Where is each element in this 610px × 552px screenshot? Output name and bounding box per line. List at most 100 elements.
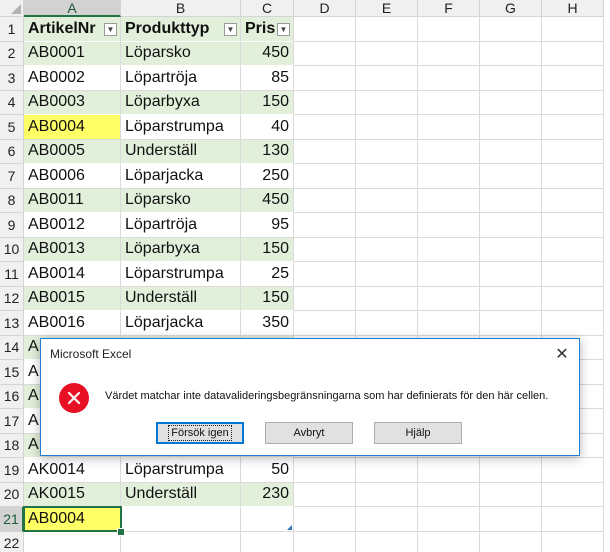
row-header-14[interactable]: 14 [0,335,24,360]
cell-c4[interactable]: 150 [241,90,294,115]
cell-a2[interactable]: AB0001 [24,41,121,66]
row-header-9[interactable]: 9 [0,213,24,238]
cell-f11[interactable] [418,262,480,287]
cell-f5[interactable] [418,115,480,140]
cell-g21[interactable] [480,507,542,532]
cell-a21[interactable]: AB0004 [24,507,121,532]
cell-g4[interactable] [480,90,542,115]
cell-g8[interactable] [480,188,542,213]
cell-f21[interactable] [418,507,480,532]
cell-b2[interactable]: Löparsko [121,41,241,66]
cell-d20[interactable] [294,482,356,507]
cell-b19[interactable]: Löparstrumpa [121,458,241,483]
cell-f12[interactable] [418,286,480,311]
cell-g19[interactable] [480,458,542,483]
cell-a9[interactable]: AB0012 [24,213,121,238]
cell-c11[interactable]: 25 [241,262,294,287]
cell-h20[interactable] [542,482,604,507]
cell-e20[interactable] [356,482,418,507]
cell-f20[interactable] [418,482,480,507]
cell-g1[interactable] [480,17,542,42]
row-header-6[interactable]: 6 [0,139,24,164]
cell-d10[interactable] [294,237,356,262]
help-button[interactable]: Hjälp [374,422,462,444]
cell-h9[interactable] [542,213,604,238]
cell-h10[interactable] [542,237,604,262]
column-header-c[interactable]: C [241,0,294,17]
cell-f19[interactable] [418,458,480,483]
cell-h8[interactable] [542,188,604,213]
cell-f10[interactable] [418,237,480,262]
cell-f8[interactable] [418,188,480,213]
cell-e13[interactable] [356,311,418,336]
cell-b12[interactable]: Underställ [121,286,241,311]
row-header-16[interactable]: 16 [0,384,24,409]
cell-c10[interactable]: 150 [241,237,294,262]
cell-g3[interactable] [480,66,542,91]
cell-e8[interactable] [356,188,418,213]
cell-e3[interactable] [356,66,418,91]
cell-d8[interactable] [294,188,356,213]
cell-b7[interactable]: Löparjacka [121,164,241,189]
column-header-a[interactable]: A [24,0,121,17]
cell-a22[interactable] [24,531,121,552]
column-header-f[interactable]: F [418,0,480,17]
column-header-b[interactable]: B [121,0,241,17]
cell-g11[interactable] [480,262,542,287]
row-header-18[interactable]: 18 [0,433,24,458]
cell-e5[interactable] [356,115,418,140]
cell-a4[interactable]: AB0003 [24,90,121,115]
cell-d4[interactable] [294,90,356,115]
cell-h1[interactable] [542,17,604,42]
cell-c9[interactable]: 95 [241,213,294,238]
cell-e12[interactable] [356,286,418,311]
row-header-13[interactable]: 13 [0,311,24,336]
row-header-19[interactable]: 19 [0,458,24,483]
cell-h19[interactable] [542,458,604,483]
cell-d13[interactable] [294,311,356,336]
row-header-10[interactable]: 10 [0,237,24,262]
cell-c12[interactable]: 150 [241,286,294,311]
cell-h4[interactable] [542,90,604,115]
cell-b11[interactable]: Löparstrumpa [121,262,241,287]
cell-d22[interactable] [294,531,356,552]
cell-e10[interactable] [356,237,418,262]
cell-b22[interactable] [121,531,241,552]
column-header-d[interactable]: D [294,0,356,17]
cell-d5[interactable] [294,115,356,140]
cell-h12[interactable] [542,286,604,311]
cell-d2[interactable] [294,41,356,66]
cell-a3[interactable]: AB0002 [24,66,121,91]
column-header-e[interactable]: E [356,0,418,17]
cell-d1[interactable] [294,17,356,42]
cell-g13[interactable] [480,311,542,336]
cell-b9[interactable]: Löpartröja [121,213,241,238]
cell-f6[interactable] [418,139,480,164]
cell-d19[interactable] [294,458,356,483]
filter-dropdown-icon[interactable]: ▼ [104,23,117,36]
row-header-2[interactable]: 2 [0,41,24,66]
cell-c13[interactable]: 350 [241,311,294,336]
cell-e7[interactable] [356,164,418,189]
cell-g22[interactable] [480,531,542,552]
cell-a1[interactable]: ArtikelNr ▼ [24,17,121,42]
cell-e11[interactable] [356,262,418,287]
row-header-5[interactable]: 5 [0,115,24,140]
cell-c6[interactable]: 130 [241,139,294,164]
cell-h3[interactable] [542,66,604,91]
cell-f4[interactable] [418,90,480,115]
cell-e19[interactable] [356,458,418,483]
cell-g2[interactable] [480,41,542,66]
cell-d7[interactable] [294,164,356,189]
cell-h7[interactable] [542,164,604,189]
cell-h11[interactable] [542,262,604,287]
cell-h2[interactable] [542,41,604,66]
retry-button[interactable]: Försök igen [156,422,244,444]
cell-c8[interactable]: 450 [241,188,294,213]
cell-h13[interactable] [542,311,604,336]
cell-e1[interactable] [356,17,418,42]
cell-a13[interactable]: AB0016 [24,311,121,336]
cell-d11[interactable] [294,262,356,287]
row-header-15[interactable]: 15 [0,360,24,385]
cell-b3[interactable]: Löpartröja [121,66,241,91]
